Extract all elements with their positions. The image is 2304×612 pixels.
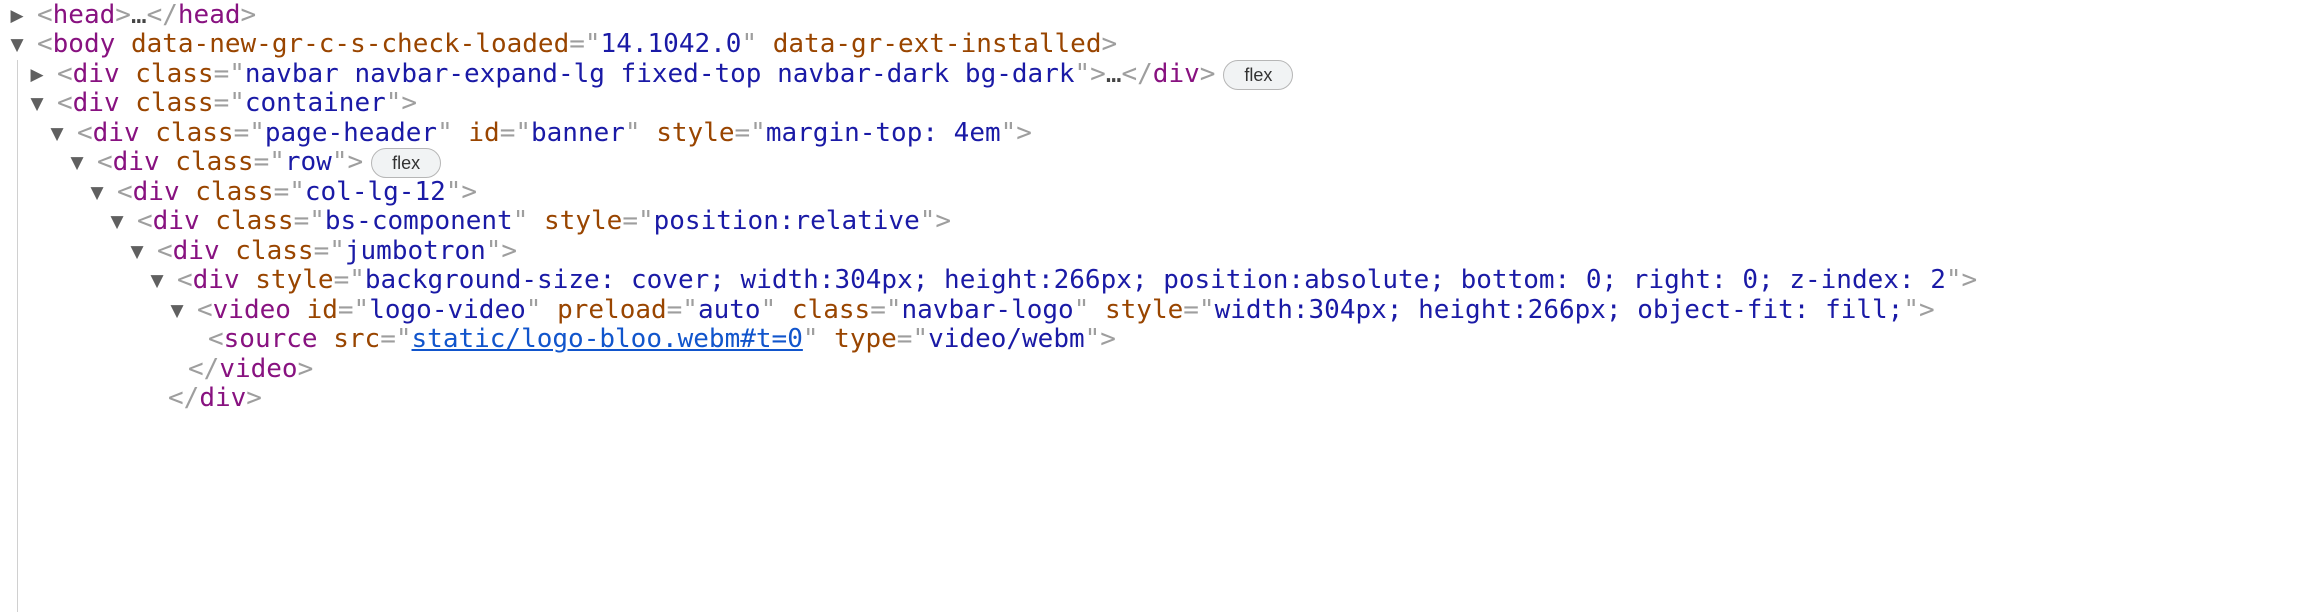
attr-name[interactable]: src bbox=[333, 324, 380, 354]
collapse-triangle-icon[interactable]: ▼ bbox=[48, 113, 66, 156]
collapse-triangle-icon[interactable]: ▼ bbox=[88, 172, 106, 215]
attr-name[interactable]: style bbox=[544, 206, 622, 236]
attr-name[interactable]: type bbox=[834, 324, 897, 354]
attr-value[interactable]: position:relative bbox=[654, 206, 920, 236]
closing-tag-name: div bbox=[1152, 59, 1200, 89]
collapse-triangle-icon[interactable]: ▼ bbox=[68, 142, 86, 185]
closing-tag-name: div bbox=[199, 383, 247, 413]
source-src-link[interactable]: static/logo-bloo.webm#t=0 bbox=[412, 324, 803, 354]
elements-tree: ▶ <head>…</head> ▼ <body data-new-gr-c-s-c… bbox=[0, 0, 2304, 612]
collapse-triangle-icon[interactable]: ▼ bbox=[108, 201, 126, 244]
collapse-triangle-icon[interactable]: ▼ bbox=[148, 260, 166, 303]
attr-name[interactable]: id bbox=[468, 118, 499, 148]
collapse-triangle-icon[interactable]: ▼ bbox=[168, 290, 186, 333]
collapse-triangle-icon[interactable]: ▼ bbox=[128, 231, 146, 274]
indent-guide bbox=[17, 60, 18, 612]
attr-value[interactable]: width:304px; height:266px; object-fit: f… bbox=[1215, 295, 1904, 325]
collapse-triangle-icon[interactable]: ▼ bbox=[28, 83, 46, 126]
node-source[interactable]: <source src="static/logo-bloo.webm#t=0" … bbox=[208, 318, 1116, 361]
attr-value[interactable]: banner bbox=[531, 118, 625, 148]
attr-value[interactable]: margin-top: 4em bbox=[766, 118, 1001, 148]
attr-name[interactable]: style bbox=[1105, 295, 1183, 325]
collapsed-ellipsis[interactable]: … bbox=[1106, 59, 1122, 89]
attr-value[interactable]: video/webm bbox=[928, 324, 1085, 354]
collapse-triangle-icon[interactable]: ▼ bbox=[8, 24, 26, 67]
attr-name[interactable]: style bbox=[656, 118, 734, 148]
node-div-close[interactable]: </div> bbox=[168, 377, 262, 420]
flex-badge[interactable]: flex bbox=[1223, 60, 1294, 90]
